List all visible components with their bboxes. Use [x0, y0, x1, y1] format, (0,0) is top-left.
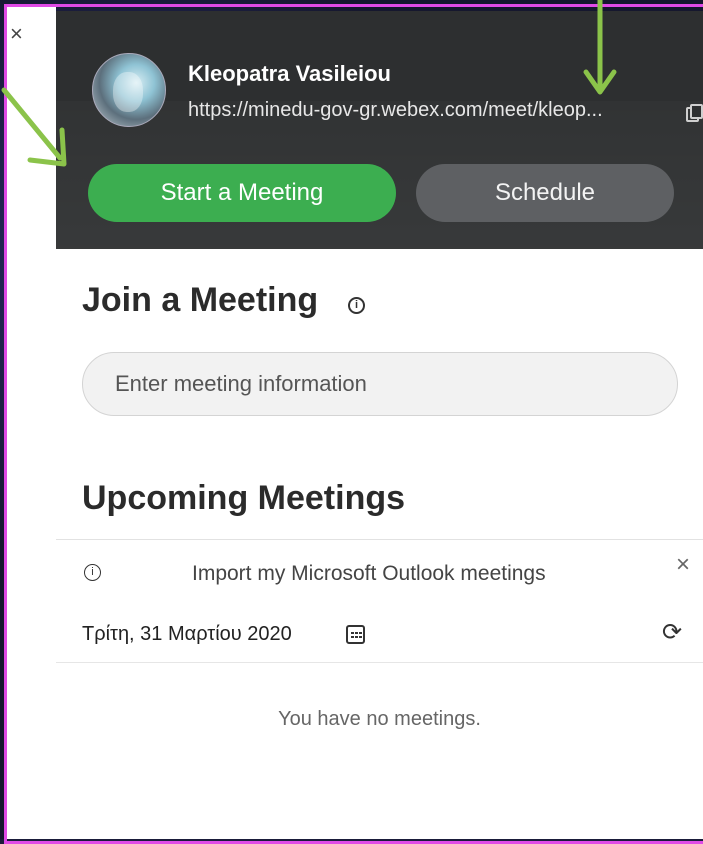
annotation-arrow-icon: [1, 87, 67, 167]
annotation-arrow-icon: [583, 0, 617, 95]
highlight-frame: [4, 4, 703, 844]
